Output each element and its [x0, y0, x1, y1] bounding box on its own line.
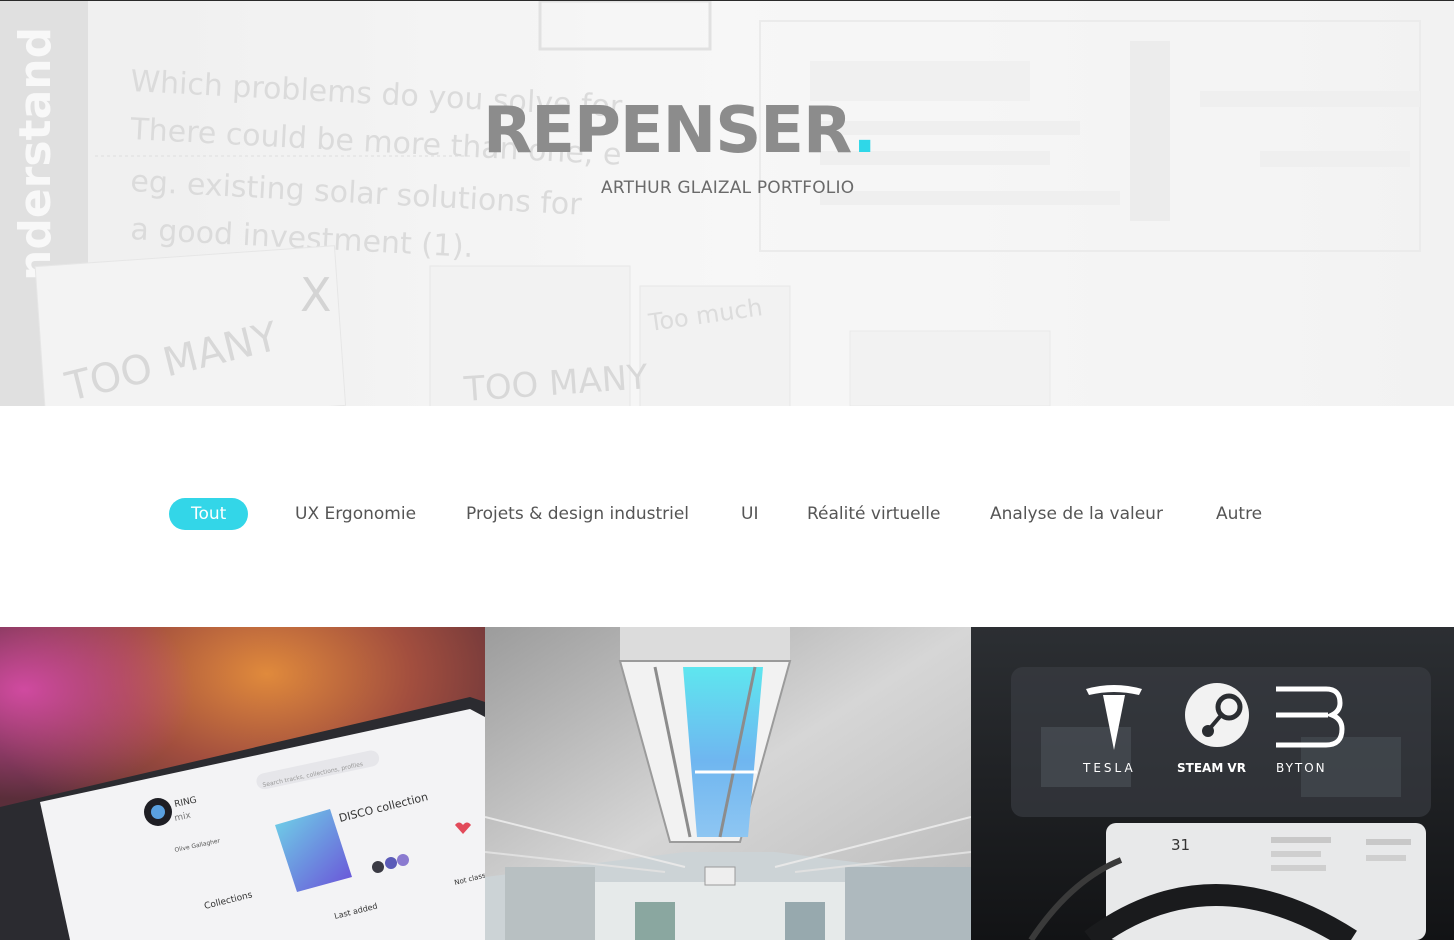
hero-background-photo: nderstand Which problems do you solve fo…	[0, 1, 1454, 406]
portfolio-page: nderstand Which problems do you solve fo…	[0, 0, 1454, 940]
hero-banner: nderstand Which problems do you solve fo…	[0, 0, 1454, 406]
steamvr-logo-text: STEAM VR	[1177, 761, 1246, 775]
project-tile-ceiling-light[interactable]	[485, 627, 971, 940]
filter-tab-ui[interactable]: UI	[741, 498, 758, 530]
filter-tab-ux-ergonomie[interactable]: UX Ergonomie	[295, 498, 416, 530]
project-thumbnail-ceiling-light	[485, 627, 971, 940]
project-thumbnail-ringmix: RING mix Search tracks, collections, pro…	[0, 627, 485, 940]
filter-tab-projets-design-industriel[interactable]: Projets & design industriel	[466, 498, 689, 530]
project-thumbnail-vr-dashboard: TESLA STEAM VR BYTON 31	[971, 627, 1454, 940]
site-subtitle: ARTHUR GLAIZAL PORTFOLIO	[601, 178, 855, 198]
site-title-text: REPENSER	[483, 94, 853, 168]
tesla-logo-text: TESLA	[1082, 761, 1136, 775]
filter-tab-autre[interactable]: Autre	[1216, 498, 1262, 530]
project-tile-vr-dashboard[interactable]: TESLA STEAM VR BYTON 31	[971, 627, 1454, 940]
site-title-dot: .	[852, 94, 876, 168]
project-tile-ringmix[interactable]: RING mix Search tracks, collections, pro…	[0, 627, 485, 940]
byton-logo-text: BYTON	[1276, 761, 1327, 775]
portfolio-filter-bar: Tout UX Ergonomie Projets & design indus…	[0, 498, 1454, 530]
filter-tab-tout[interactable]: Tout	[169, 498, 249, 530]
dashboard-number: 31	[1171, 836, 1190, 854]
filter-tab-realite-virtuelle[interactable]: Réalité virtuelle	[807, 498, 940, 530]
filter-tab-analyse-de-la-valeur[interactable]: Analyse de la valeur	[990, 498, 1163, 530]
site-title: REPENSER.	[483, 93, 877, 169]
